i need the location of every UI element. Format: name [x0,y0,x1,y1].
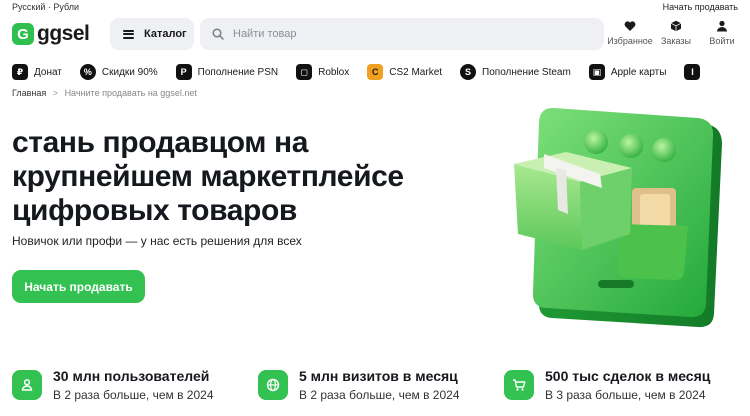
catalog-label: Каталог [144,28,187,40]
category-apple-cards[interactable]: ▣ Apple карты [588,64,667,80]
steam-icon: S [460,64,477,80]
category-discounts[interactable]: % Скидки 90% [79,64,158,80]
stat-title: 30 млн пользователей [53,368,210,384]
header: G ggsel Каталог Избранное Заказы Войти [0,18,750,52]
logo-text: ggsel [37,22,90,45]
cs2-icon: C [367,64,384,80]
stat-icon-box [12,370,42,400]
header-actions: Избранное Заказы Войти [607,20,740,46]
start-selling-button[interactable]: Начать продавать [12,270,145,303]
category-roblox[interactable]: ◻ Roblox [296,64,349,80]
category-more[interactable]: I [684,64,706,80]
breadcrumb-current: Начните продавать на ggsel.net [64,88,197,98]
stat-users: 30 млн пользователей В 2 раза больше, че… [12,366,214,402]
login-label: Войти [709,36,735,46]
search-icon [212,28,224,40]
roblox-icon: ◻ [296,64,313,80]
hero-title: стань продавцом на крупнейшем маркетплей… [12,126,492,228]
breadcrumb: Главная > Начните продавать на ggsel.net [12,88,197,98]
hero-title-line: крупнейшем маркетплейсе [12,160,404,193]
category-label: Roblox [318,66,350,78]
category-psn[interactable]: P Пополнение PSN [175,64,279,80]
menu-icon [123,29,134,39]
stat-title: 500 тыс сделок в месяц [545,368,711,384]
gift-card-icon: ▣ [588,64,605,80]
discount-icon: % [79,64,96,80]
stat-visits: 5 млн визитов в месяц В 2 раза больше, ч… [258,366,460,402]
start-selling-link[interactable]: Начать продавать [663,2,738,12]
stat-subtitle: В 2 раза больше, чем в 2024 [299,388,460,402]
category-donate[interactable]: ₽ Донат [12,64,62,80]
user-icon [717,20,727,32]
favorites-button[interactable]: Избранное [607,20,653,46]
donate-icon: ₽ [12,64,28,80]
search-input[interactable] [233,28,573,40]
hero-title-line: стань продавцом на [12,126,309,159]
orders-label: Заказы [660,36,692,46]
logo-mark-icon: G [12,23,34,45]
box-icon [670,20,682,32]
hero-illustration [514,107,722,328]
orders-button[interactable]: Заказы [658,20,694,46]
catalog-button[interactable]: Каталог [110,18,194,50]
favorites-label: Избранное [607,36,653,46]
category-strip: ₽ Донат % Скидки 90% P Пополнение PSN ◻ … [0,62,750,82]
logo[interactable]: G ggsel [12,22,90,46]
psn-icon: P [175,64,192,80]
stats-row: 30 млн пользователей В 2 раза больше, че… [12,366,750,416]
stat-title: 5 млн визитов в месяц [299,368,458,384]
heart-icon [624,21,636,31]
stat-deals: 500 тыс сделок в месяц В 3 раза больше, … [504,366,710,402]
breadcrumb-home[interactable]: Главная [12,88,46,98]
user-icon [21,379,33,391]
globe-icon [266,378,280,392]
stat-subtitle: В 2 раза больше, чем в 2024 [53,388,214,402]
category-label: Apple карты [610,66,667,78]
hero-subtitle: Новичок или профи — у нас есть решения д… [12,234,302,248]
top-bar: Русский · Рубли Начать продавать [0,0,750,14]
category-label: Пополнение PSN [197,66,279,78]
category-label: Скидки 90% [101,66,158,78]
breadcrumb-separator: > [52,88,59,98]
cart-icon [513,379,526,391]
language-currency-switch[interactable]: Русский · Рубли [12,2,79,12]
more-icon: I [684,64,701,80]
hero-title-line: цифровых товаров [12,194,297,227]
category-label: Пополнение Steam [482,66,571,78]
category-label: Донат [34,66,62,78]
stat-icon-box [504,370,534,400]
login-button[interactable]: Войти [704,20,740,46]
stat-subtitle: В 3 раза больше, чем в 2024 [545,388,706,402]
category-label: CS2 Market [389,66,443,78]
category-cs2-market[interactable]: C CS2 Market [367,64,442,80]
category-steam[interactable]: S Пополнение Steam [460,64,571,80]
search-bar[interactable] [200,18,604,50]
stat-icon-box [258,370,288,400]
